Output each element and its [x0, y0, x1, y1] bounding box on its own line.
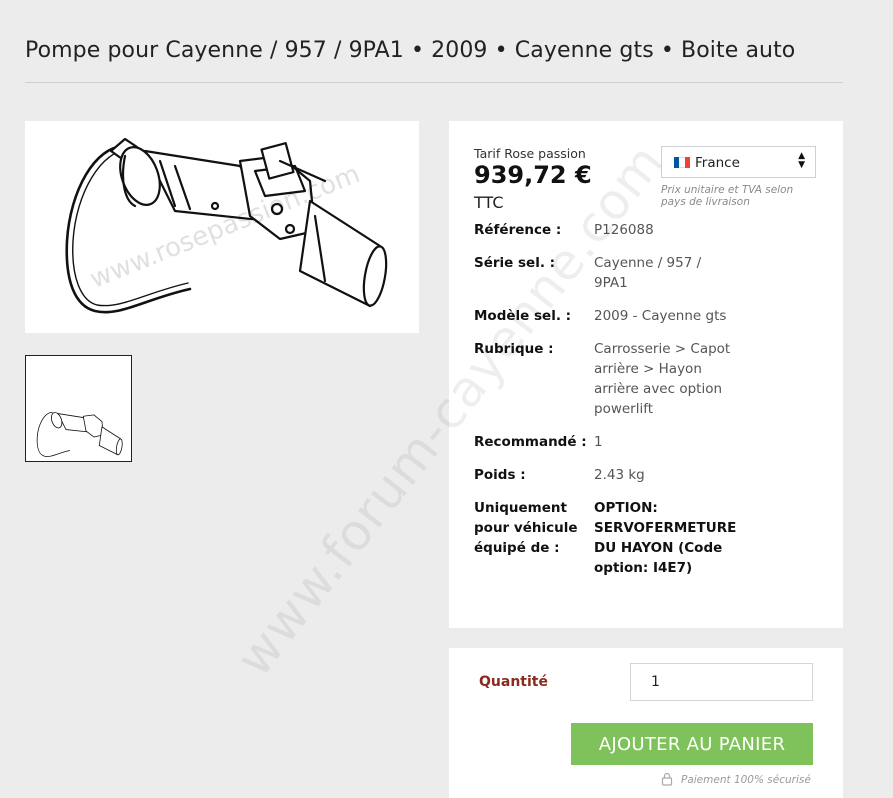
spec-row: Série sel. : Cayenne / 957 / 9PA1	[474, 253, 824, 293]
spec-row: Uniquement pour véhicule équipé de : OPTI…	[474, 498, 824, 578]
secure-payment-note: Paiement 100% sécurisé	[681, 774, 811, 786]
add-to-cart-button[interactable]: AJOUTER AU PANIER	[571, 723, 813, 765]
spec-label: Série sel. :	[474, 255, 556, 271]
tarif-label: Tarif Rose passion	[474, 146, 586, 161]
spec-label: Poids :	[474, 467, 526, 483]
tax-label: TTC	[474, 193, 504, 212]
select-arrows-icon: ▲ ▼	[798, 151, 805, 170]
spec-value: 1	[594, 434, 603, 450]
spec-row: Rubrique : Carrosserie > Capot arrière > …	[474, 339, 824, 419]
product-price: 939,72 €	[474, 161, 592, 189]
pump-drawing	[65, 137, 388, 314]
spec-value: Carrosserie > Capot arrière > Hayon arri…	[594, 341, 731, 417]
spec-value: 2.43 kg	[594, 467, 645, 483]
spec-label: Modèle sel. :	[474, 308, 572, 324]
spec-row: Recommandé : 1	[474, 432, 824, 452]
spec-label: Uniquement pour véhicule équipé de :	[474, 500, 578, 556]
spec-value: OPTION: SERVOFERMETURE DU HAYON (Code op…	[594, 500, 737, 576]
spec-label: Recommandé :	[474, 434, 587, 450]
title-divider	[25, 82, 843, 83]
spec-label: Référence :	[474, 222, 562, 238]
spec-value: Cayenne / 957 / 9PA1	[594, 255, 702, 291]
product-main-image[interactable]: www.rosepassion.com	[25, 121, 419, 333]
country-note: Prix unitaire et TVA selon pays de livra…	[661, 184, 794, 208]
spec-label: Rubrique :	[474, 341, 554, 357]
country-selected-value: France	[695, 155, 740, 171]
spec-row: Référence : P126088	[474, 220, 824, 240]
quantity-label: Quantité	[479, 674, 548, 690]
page-title: Pompe pour Cayenne / 957 / 9PA1 • 2009 •…	[25, 38, 796, 63]
spec-row: Poids : 2.43 kg	[474, 465, 824, 485]
spec-row: Modèle sel. : 2009 - Cayenne gts	[474, 306, 824, 326]
product-thumbnail[interactable]	[25, 355, 132, 462]
quantity-input[interactable]	[630, 663, 813, 701]
add-to-cart-card: Quantité AJOUTER AU PANIER Paiement 100%…	[449, 648, 843, 798]
spec-list: Référence : P126088 Série sel. : Cayenne / …	[474, 220, 824, 591]
pump-thumbnail-drawing	[36, 411, 123, 457]
spec-value: P126088	[594, 222, 654, 238]
spec-value: 2009 - Cayenne gts	[594, 308, 727, 324]
product-info-card: Tarif Rose passion 939,72 € TTC France ▲…	[449, 121, 843, 628]
france-flag-icon	[674, 157, 690, 168]
country-select[interactable]: France ▲ ▼	[661, 146, 816, 178]
